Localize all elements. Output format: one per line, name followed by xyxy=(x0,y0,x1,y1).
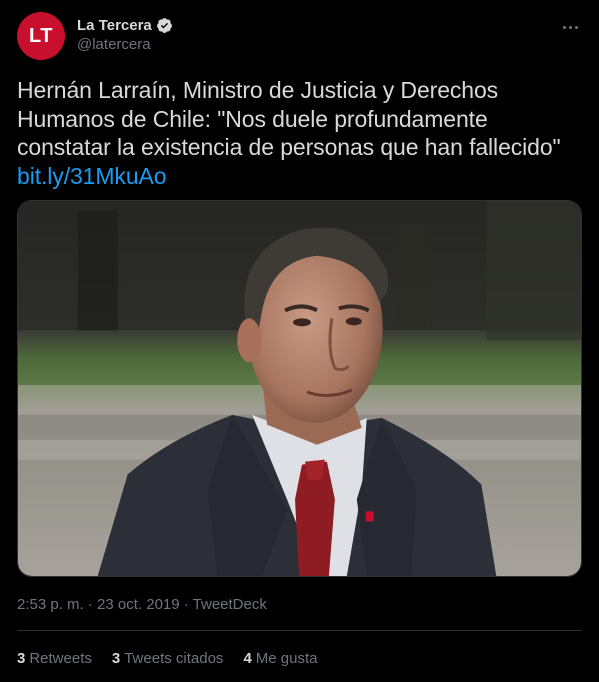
retweets-label: Retweets xyxy=(29,650,92,667)
likes-count: 4 xyxy=(243,650,252,667)
likes-stat[interactable]: 4 Me gusta xyxy=(243,650,317,667)
tweet-timestamp[interactable]: 2:53 p. m. · 23 oct. 2019 · TweetDeck xyxy=(17,596,267,613)
tweet-photo[interactable] xyxy=(17,200,582,577)
quotes-label: Tweets citados xyxy=(124,650,224,667)
verified-badge-icon xyxy=(156,17,173,34)
tweet-header: LT La Tercera @latercera xyxy=(17,12,587,64)
avatar[interactable]: LT xyxy=(17,12,65,60)
tweet-stats: 3 Retweets 3 Tweets citados 4 Me gusta xyxy=(17,650,317,667)
tweet-text-container: Hernán Larraín, Ministro de Justicia y D… xyxy=(17,76,587,190)
retweets-stat[interactable]: 3 Retweets xyxy=(17,650,92,667)
author-names: La Tercera @latercera xyxy=(77,15,173,53)
divider xyxy=(17,630,582,631)
avatar-initials: LT xyxy=(29,24,53,47)
display-name[interactable]: La Tercera xyxy=(77,17,152,34)
photo-portrait-man-suit xyxy=(18,201,581,576)
tweet[interactable]: LT La Tercera @latercera Hernán Larraín,… xyxy=(0,0,599,682)
retweets-count: 3 xyxy=(17,650,26,667)
handle[interactable]: @latercera xyxy=(77,36,173,53)
more-options-icon[interactable] xyxy=(559,16,581,38)
tweet-link[interactable]: bit.ly/31MkuAo xyxy=(17,162,587,191)
likes-label: Me gusta xyxy=(255,650,318,667)
quotes-count: 3 xyxy=(111,650,121,667)
tweet-text: Hernán Larraín, Ministro de Justicia y D… xyxy=(17,77,561,160)
quotes-stat[interactable]: 3 Tweets citados xyxy=(112,650,224,667)
display-name-row: La Tercera xyxy=(77,15,173,35)
